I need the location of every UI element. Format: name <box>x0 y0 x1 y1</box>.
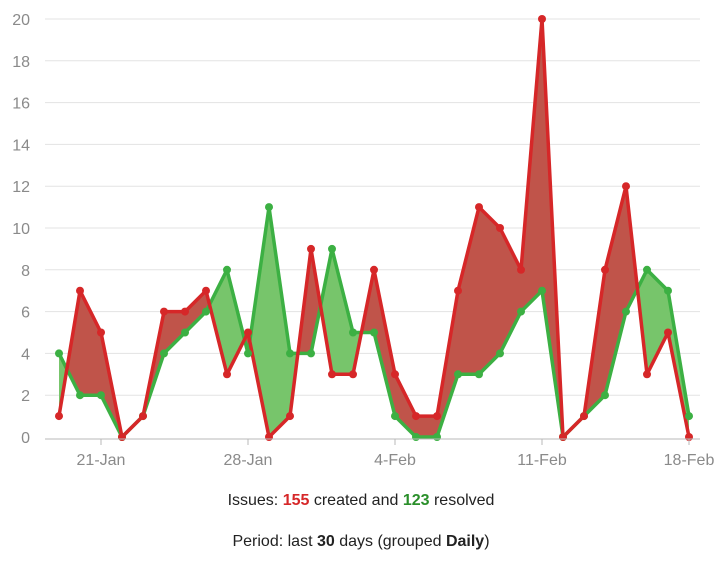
resolved-point <box>76 391 84 400</box>
x-tick-label: 18-Feb <box>664 452 715 469</box>
resolved-point <box>181 328 189 337</box>
resolved-point <box>622 307 630 316</box>
x-tick-label: 11-Feb <box>517 452 567 469</box>
x-tick-label: 28-Jan <box>224 452 273 469</box>
issues-summary: Issues: 155 created and 123 resolved <box>0 492 722 510</box>
resolved-point <box>328 244 336 253</box>
resolved-point <box>265 203 273 212</box>
fill-region <box>479 207 500 375</box>
created-point <box>223 370 231 379</box>
created-point <box>664 328 672 337</box>
resolved-point <box>391 412 399 421</box>
y-tick-label: 8 <box>21 263 30 280</box>
created-point <box>307 244 315 253</box>
resolved-point <box>475 370 483 379</box>
period-suffix: ) <box>484 533 490 550</box>
created-point <box>118 433 126 441</box>
y-tick-label: 2 <box>21 388 30 405</box>
created-point <box>643 370 651 379</box>
created-point <box>202 286 210 295</box>
resolved-point <box>538 286 546 295</box>
period-summary: Period: last 30 days (grouped Daily) <box>0 533 722 551</box>
y-tick-label: 0 <box>21 430 30 447</box>
resolved-point <box>55 349 63 358</box>
y-tick-label: 4 <box>21 346 30 363</box>
created-point <box>181 307 189 316</box>
y-tick-label: 12 <box>12 179 30 196</box>
resolved-point <box>685 412 693 421</box>
resolved-count: 123 <box>402 492 430 509</box>
y-tick-label: 16 <box>12 96 30 113</box>
created-point <box>97 328 105 337</box>
created-point <box>412 412 420 421</box>
resolved-point <box>244 349 252 358</box>
created-count: 155 <box>282 492 310 509</box>
created-mid-text: created and <box>309 492 403 509</box>
created-point <box>370 265 378 274</box>
resolved-point <box>433 433 441 441</box>
issues-chart: 0 2 4 6 8 10 12 14 16 18 20 21-Jan 28-Jan 4-Feb 11-Feb… <box>12 12 714 469</box>
resolved-point <box>97 391 105 400</box>
x-tick-label: 21-Jan <box>77 452 126 469</box>
resolved-point <box>454 370 462 379</box>
period-days: 30 <box>316 533 335 550</box>
y-tick-label: 20 <box>12 12 30 29</box>
created-point <box>244 328 252 337</box>
created-point <box>76 286 84 295</box>
resolved-point <box>160 349 168 358</box>
fill-region <box>80 290 101 396</box>
created-point <box>286 412 294 421</box>
issues-prefix: Issues: <box>227 492 283 509</box>
y-tick-label: 10 <box>12 221 30 238</box>
created-point <box>475 203 483 212</box>
resolved-point <box>412 433 420 441</box>
resolved-point <box>202 307 210 316</box>
created-point <box>55 412 63 421</box>
resolved-suffix: resolved <box>429 492 495 509</box>
resolved-point <box>349 328 357 337</box>
created-point <box>391 370 399 379</box>
chart-axes: 0 2 4 6 8 10 12 14 16 18 20 21-Jan 28-Jan 4-Feb 11-Feb… <box>12 12 714 469</box>
created-point <box>622 182 630 191</box>
created-point <box>139 412 147 421</box>
created-point <box>517 265 525 274</box>
y-tick-label: 14 <box>12 137 30 154</box>
resolved-point <box>664 286 672 295</box>
period-mid: days (grouped <box>334 533 446 550</box>
x-tick-label: 4-Feb <box>374 452 416 469</box>
resolved-point <box>223 265 231 274</box>
created-point <box>538 15 546 23</box>
created-point <box>328 370 336 379</box>
y-tick-label: 18 <box>12 54 30 71</box>
created-point <box>265 433 273 441</box>
resolved-point <box>286 349 294 358</box>
resolved-point <box>601 391 609 400</box>
resolved-point <box>307 349 315 358</box>
created-point <box>454 286 462 295</box>
created-point <box>433 412 441 421</box>
resolved-point <box>370 328 378 337</box>
created-point <box>160 307 168 316</box>
resolved-point <box>643 265 651 274</box>
created-point <box>580 412 588 421</box>
resolved-point <box>496 349 504 358</box>
period-group: Daily <box>445 533 485 550</box>
period-prefix: Period: last <box>232 533 317 550</box>
y-tick-label: 6 <box>21 305 30 322</box>
fill-region <box>416 416 437 437</box>
fill-region <box>605 186 626 396</box>
created-point <box>559 433 567 441</box>
created-point <box>601 265 609 274</box>
created-point <box>496 224 504 232</box>
created-point <box>349 370 357 379</box>
resolved-point <box>517 307 525 316</box>
